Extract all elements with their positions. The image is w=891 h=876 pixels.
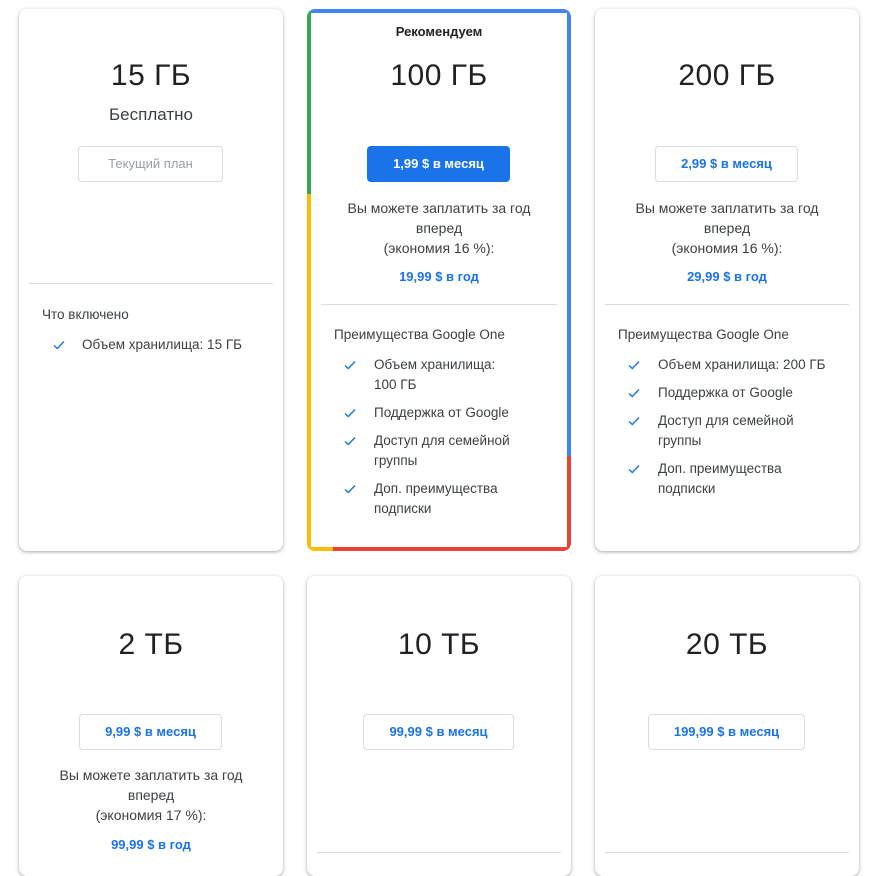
plan-size: 20 ТБ — [685, 628, 769, 661]
yearly-text-line3: (экономия 16 %): — [383, 240, 495, 256]
divider — [317, 852, 561, 853]
buy-monthly-button[interactable]: 9,99 $ в месяц — [79, 714, 222, 750]
yearly-price-link[interactable]: 99,99 $ в год — [19, 837, 283, 852]
included-title: Что включено — [42, 307, 129, 322]
recommended-badge: Рекомендуем — [395, 24, 483, 39]
yearly-text-line1: Вы можете заплатить за год — [59, 767, 243, 783]
check-icon — [343, 434, 357, 448]
benefits-title: Преимущества Google One — [334, 327, 505, 342]
yearly-text-line1: Вы можете заплатить за год — [347, 200, 531, 216]
plan-card-10tb: 10 ТБ 99,99 $ в месяц — [307, 576, 571, 876]
check-icon — [343, 482, 357, 496]
plan-card-200gb: 200 ГБ 2,99 $ в месяц Вы можете заплатит… — [595, 9, 859, 551]
feature-family: Доступ для семейной группы — [374, 433, 510, 468]
feature-extra-benefits: Доп. преимущества подписки — [374, 481, 498, 516]
feature-extra-benefits: Доп. преимущества подписки — [658, 461, 782, 496]
plan-size: 15 ГБ — [110, 59, 192, 92]
divider — [605, 304, 849, 305]
plan-card-20tb: 20 ТБ 199,99 $ в месяц — [595, 576, 859, 876]
yearly-text-line2: вперед — [127, 787, 175, 803]
benefits-title: Преимущества Google One — [618, 327, 789, 342]
plan-size: 10 ТБ — [397, 628, 481, 661]
plan-size: 100 ГБ — [390, 59, 488, 92]
buy-monthly-button[interactable]: 99,99 $ в месяц — [363, 714, 514, 750]
yearly-text-line3: (экономия 16 %): — [671, 240, 783, 256]
check-icon — [343, 406, 357, 420]
buy-monthly-button[interactable]: 2,99 $ в месяц — [655, 146, 798, 182]
yearly-text-line3: (экономия 17 %): — [95, 807, 207, 823]
feature-family: Доступ для семейной группы — [658, 413, 794, 448]
yearly-price-link[interactable]: 19,99 $ в год — [307, 269, 571, 284]
feature-support: Поддержка от Google — [374, 405, 509, 420]
check-icon — [627, 414, 641, 428]
yearly-text-line2: вперед — [703, 220, 751, 236]
check-icon — [627, 358, 641, 372]
buy-monthly-button[interactable]: 1,99 $ в месяц — [367, 146, 510, 182]
plan-size: 200 ГБ — [678, 59, 776, 92]
buy-monthly-button[interactable]: 199,99 $ в месяц — [648, 714, 805, 750]
check-icon — [627, 462, 641, 476]
yearly-text-line2: вперед — [415, 220, 463, 236]
feature-storage: Объем хранилища: 100 ГБ — [374, 357, 496, 392]
divider — [605, 852, 849, 853]
plan-card-2tb: 2 ТБ 9,99 $ в месяц Вы можете заплатить … — [19, 576, 283, 876]
plan-card-100gb: Рекомендуем 100 ГБ 1,99 $ в месяц Вы мож… — [307, 9, 571, 551]
check-icon — [52, 338, 66, 352]
feature-storage: Объем хранилища: 15 ГБ — [82, 337, 242, 352]
yearly-price-link[interactable]: 29,99 $ в год — [595, 269, 859, 284]
feature-storage: Объем хранилища: 200 ГБ — [658, 357, 826, 372]
current-plan-button[interactable]: Текущий план — [78, 146, 223, 182]
divider — [29, 283, 273, 284]
plan-size: 2 ТБ — [118, 628, 184, 661]
plan-price-free: Бесплатно — [109, 105, 193, 124]
plan-card-15gb: 15 ГБ Бесплатно Текущий план Что включен… — [19, 9, 283, 551]
feature-support: Поддержка от Google — [658, 385, 793, 400]
yearly-text-line1: Вы можете заплатить за год — [635, 200, 819, 216]
divider — [321, 304, 557, 305]
check-icon — [343, 358, 357, 372]
check-icon — [627, 386, 641, 400]
